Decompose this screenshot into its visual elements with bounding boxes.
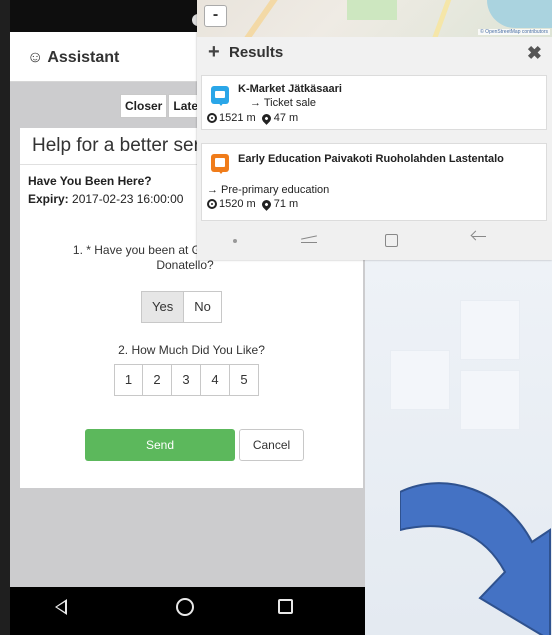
result-item[interactable]: Early Education Paivakoti Ruoholahden La… [201,143,547,221]
assistant-title-text: Assistant [47,49,120,66]
result-category: → Ticket sale [250,97,317,109]
question-2: 2. How Much Did You Like? [118,343,265,357]
dot-icon[interactable] [233,239,237,243]
map-road [240,0,280,37]
zoom-out-button[interactable]: - [204,5,227,27]
eye-icon [207,199,217,209]
results-title: Results [229,44,284,61]
education-marker-icon [211,154,229,174]
recent-apps-icon[interactable] [385,234,398,247]
result-meta: 1521 m 47 m [207,111,299,125]
question-header: Have You Been Here? [28,174,152,188]
rating-2-button[interactable]: 2 [143,364,172,396]
recent-apps-icon[interactable] [278,599,293,614]
android-nav-bar [197,222,552,260]
result-name: K-Market Jätkäsaari [238,83,342,95]
rating-1-button[interactable]: 1 [114,364,143,396]
home-icon[interactable] [176,598,194,616]
rating-5-button[interactable]: 5 [230,364,259,396]
results-header: + Results ✖ [197,37,552,70]
expiry-label: Expiry: [28,192,69,206]
result-radius: 71 m [273,198,299,210]
expiry-line: Expiry: 2017-02-23 16:00:00 [28,192,183,206]
tab-closer[interactable]: Closer [120,94,168,118]
yes-button[interactable]: Yes [141,291,185,323]
smiley-icon: ☺ [27,49,44,66]
eye-icon [207,113,217,123]
send-button[interactable]: Send [85,429,235,461]
map-road [426,0,453,37]
result-name: Early Education Paivakoti Ruoholahden La… [238,153,504,165]
map-view[interactable]: - © OpenStreetMap contributors [197,0,552,37]
rating-3-button[interactable]: 3 [172,364,201,396]
back-icon[interactable] [55,599,67,615]
card-title: Help for a better ser [32,135,200,156]
expiry-value: 2017-02-23 16:00:00 [72,192,184,206]
result-distance: 1521 m [219,112,256,124]
back-arrow-icon[interactable] [472,236,486,237]
result-distance: 1520 m [219,198,256,210]
android-nav-bar [10,587,365,635]
plus-icon[interactable]: + [208,42,220,62]
curved-arrow-icon [400,482,551,635]
results-phone: - © OpenStreetMap contributors + Results… [197,0,552,260]
result-meta: 1520 m 71 m [207,197,299,211]
no-button[interactable]: No [184,291,222,323]
yes-no-group: Yes No [141,291,222,323]
switch-icon[interactable] [301,235,317,244]
background-left-edge [0,0,10,635]
rating-group: 1 2 3 4 5 [114,364,259,396]
map-water [487,0,552,28]
ticket-marker-icon [211,86,229,106]
result-category: → Pre-primary education [207,184,330,196]
pin-icon [259,111,273,125]
result-radius: 47 m [273,112,299,124]
cancel-button[interactable]: Cancel [239,429,304,461]
assistant-title: ☺ Assistant [27,49,119,67]
rating-4-button[interactable]: 4 [201,364,230,396]
map-park [347,0,397,20]
close-icon[interactable]: ✖ [527,43,542,64]
result-item[interactable]: K-Market Jätkäsaari → Ticket sale 1521 m… [201,75,547,130]
pin-icon [259,197,273,211]
map-credit[interactable]: © OpenStreetMap contributors [478,29,550,35]
